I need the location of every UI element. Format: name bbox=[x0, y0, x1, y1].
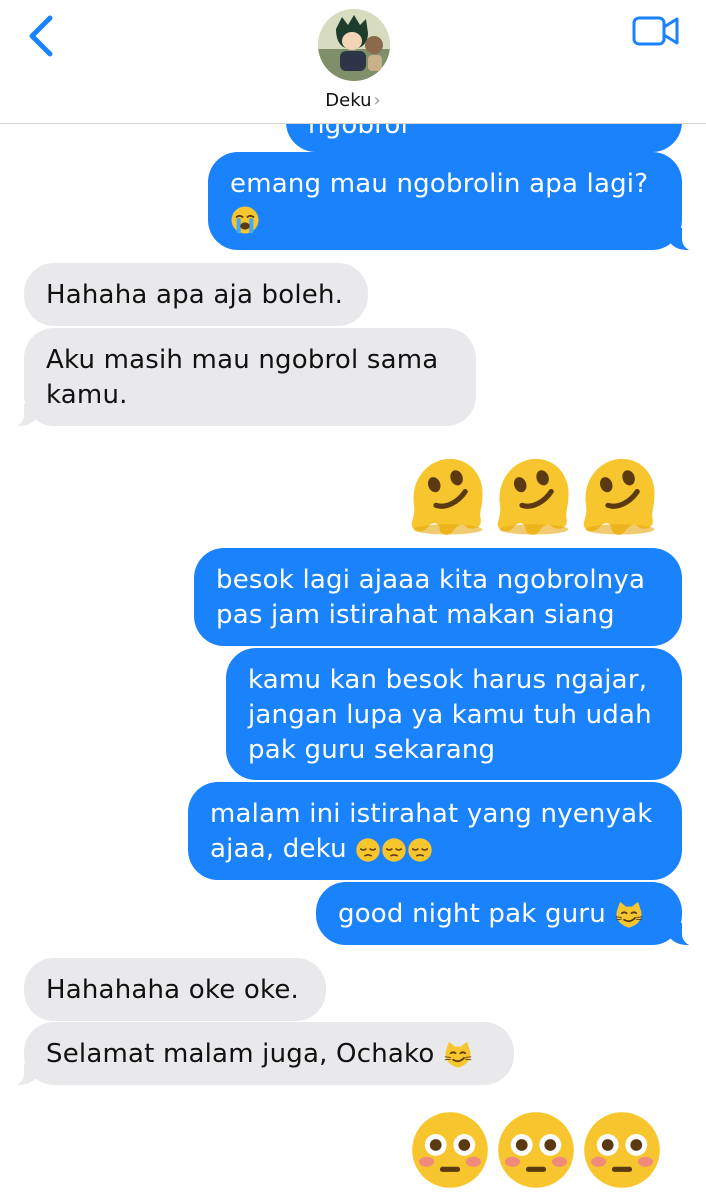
contact-name-button[interactable]: Deku › bbox=[300, 90, 406, 111]
message-text: Hahaha apa aja boleh. bbox=[46, 280, 344, 310]
pensive-face-icon bbox=[407, 837, 433, 863]
back-button[interactable] bbox=[24, 14, 64, 58]
message-outgoing[interactable]: malam ini istirahat yang nyenyak ajaa, d… bbox=[188, 782, 682, 880]
flushed-face-icon bbox=[494, 1108, 578, 1192]
message-text: Hahahaha oke oke. bbox=[46, 975, 299, 1005]
message-outgoing[interactable]: kamu kan besok harus ngajar, jangan lupa… bbox=[226, 648, 682, 780]
avatar[interactable] bbox=[318, 9, 390, 81]
message-incoming[interactable]: Selamat malam juga, Ochako bbox=[6, 1022, 514, 1086]
message-text: emang mau ngobrolin apa lagi? bbox=[230, 169, 649, 199]
chat-header: Deku › bbox=[0, 0, 706, 124]
smirking-cat-icon bbox=[443, 1040, 473, 1070]
contact-name: Deku bbox=[325, 90, 372, 111]
message-text: besok lagi ajaaa kita ngobrolnya pas jam… bbox=[216, 565, 646, 630]
flushed-face-icon bbox=[580, 1108, 664, 1192]
flushed-face-icon bbox=[408, 1108, 492, 1192]
message-incoming[interactable]: Hahaha apa aja boleh. bbox=[24, 263, 368, 326]
avatar-image bbox=[318, 9, 390, 81]
chevron-right-icon: › bbox=[373, 90, 381, 111]
pensive-face-icon bbox=[355, 837, 381, 863]
melting-face-icon bbox=[490, 452, 578, 538]
melting-face-icon bbox=[404, 452, 492, 538]
pensive-face-icon bbox=[381, 837, 407, 863]
loudly-crying-face-icon bbox=[230, 205, 260, 235]
message-text: good night pak guru bbox=[338, 899, 606, 929]
message-outgoing[interactable]: good night pak guru bbox=[316, 882, 700, 946]
melting-face-icon bbox=[576, 452, 664, 538]
message-incoming[interactable]: Aku masih mau ngobrol sama kamu. bbox=[6, 328, 476, 427]
message-text: kamu kan besok harus ngajar, jangan lupa… bbox=[248, 665, 652, 765]
video-call-button[interactable] bbox=[632, 14, 680, 48]
message-incoming[interactable]: Hahahaha oke oke. bbox=[24, 958, 326, 1021]
message-text: Selamat malam juga, Ochako bbox=[46, 1039, 435, 1069]
message-text: Aku masih mau ngobrol sama kamu. bbox=[46, 345, 439, 410]
smirking-cat-icon bbox=[614, 900, 644, 930]
message-outgoing[interactable]: emang mau ngobrolin apa lagi? bbox=[208, 152, 700, 251]
chevron-left-icon bbox=[29, 15, 53, 57]
video-camera-icon bbox=[632, 16, 679, 46]
message-outgoing[interactable]: besok lagi ajaaa kita ngobrolnya pas jam… bbox=[194, 548, 682, 646]
